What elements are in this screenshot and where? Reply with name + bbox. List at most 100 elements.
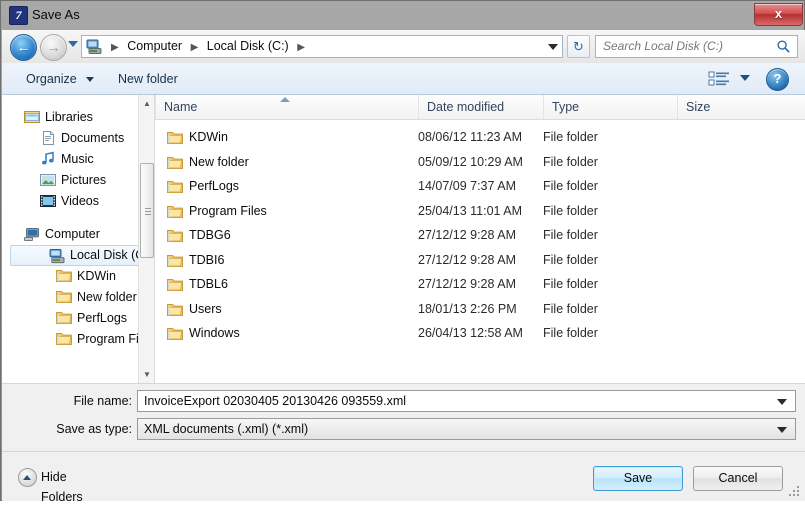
help-button[interactable]: ?: [766, 68, 789, 91]
table-row[interactable]: PerfLogs 14/07/09 7:37 AM File folder: [155, 176, 805, 197]
search-icon: [777, 40, 790, 53]
picture-icon: [40, 172, 56, 188]
scroll-down-icon[interactable]: ▼: [139, 366, 154, 383]
column-header-label: Type: [552, 100, 580, 114]
sidebar-item-label: Music: [61, 152, 94, 166]
harddisk-icon: [49, 248, 65, 264]
sidebar-item-perflogs[interactable]: PerfLogs: [2, 308, 138, 328]
date-modified-cell: 18/01/13 2:26 PM: [418, 301, 517, 316]
table-row[interactable]: Users 18/01/13 2:26 PM File folder: [155, 299, 805, 320]
save-as-type-combo[interactable]: XML documents (.xml) (*.xml): [137, 418, 796, 440]
date-modified-cell: 26/04/13 12:58 AM: [418, 326, 523, 340]
table-row[interactable]: TDBL6 27/12/12 9:28 AM File folder: [155, 274, 805, 295]
table-row[interactable]: Program Files 25/04/13 11:01 AM File folde…: [155, 201, 805, 222]
sidebar-item-computer[interactable]: Computer: [2, 224, 138, 244]
sidebar-item-label: Videos: [61, 194, 99, 208]
column-header-name[interactable]: Name: [155, 95, 418, 119]
sidebar-item-pictures[interactable]: Pictures: [2, 170, 138, 190]
computer-icon: [24, 226, 40, 242]
refresh-button[interactable]: ↻: [567, 35, 590, 58]
breadcrumb-separator-2: ▶: [297, 42, 305, 53]
help-icon: ?: [773, 71, 782, 86]
music-icon: [40, 151, 56, 167]
navigation-scrollbar[interactable]: ▲ ▼: [138, 95, 154, 383]
sidebar-item-label: New folder: [77, 290, 137, 304]
table-row[interactable]: TDBI6 27/12/12 9:28 AM File folder: [155, 250, 805, 271]
date-modified-cell: 08/06/12 11:23 AM: [418, 130, 523, 144]
column-header-label: Size: [686, 100, 711, 114]
file-name-chevron-down-icon[interactable]: [777, 399, 787, 405]
column-header-row: Name Date modified Type Size: [155, 95, 805, 120]
sidebar-item-new-folder[interactable]: New folder: [2, 287, 138, 307]
save-form: File name: InvoiceExport 02030405 201304…: [2, 383, 805, 451]
sidebar-item-libraries[interactable]: Libraries: [2, 107, 138, 127]
breadcrumb-item-0[interactable]: Computer: [127, 39, 182, 53]
column-header-type[interactable]: Type: [543, 95, 677, 119]
back-arrow-icon: ←: [16, 39, 31, 55]
type-cell: File folder: [543, 277, 598, 291]
table-row[interactable]: TDBG6 27/12/12 9:28 AM File folder: [155, 225, 805, 246]
chevron-down-icon: [86, 77, 95, 83]
document-icon: [40, 130, 56, 146]
breadcrumb-item-1[interactable]: Local Disk (C:): [207, 39, 289, 53]
chevron-up-circle-icon: [18, 468, 37, 487]
file-name-cell: Users: [189, 301, 222, 316]
file-list-pane: Name Date modified Type Size KDWin 08/06/12 …: [155, 95, 805, 383]
view-options-chevron-down-icon[interactable]: [740, 75, 750, 81]
folder-icon: [167, 155, 183, 170]
breadcrumb-chevron-down-icon[interactable]: [548, 44, 558, 50]
close-button[interactable]: x: [754, 3, 803, 26]
forward-button[interactable]: →: [40, 34, 67, 61]
list-view-icon[interactable]: [708, 70, 730, 88]
sidebar-item-videos[interactable]: Videos: [2, 191, 138, 211]
close-icon: x: [774, 6, 783, 21]
date-modified-cell: 27/12/12 9:28 AM: [418, 228, 516, 242]
folder-icon: [167, 302, 183, 317]
table-row[interactable]: Windows 26/04/13 12:58 AM File folder: [155, 323, 805, 344]
column-header-label: Name: [164, 100, 198, 114]
file-name-input[interactable]: InvoiceExport 02030405 20130426 093559.x…: [144, 391, 406, 411]
new-folder-button[interactable]: New folder: [112, 70, 184, 89]
back-button[interactable]: ←: [10, 34, 37, 61]
sidebar-item-documents[interactable]: Documents: [2, 128, 138, 148]
column-header-size[interactable]: Size: [677, 95, 805, 119]
recent-locations-chevron-down-icon[interactable]: [68, 41, 78, 47]
sidebar-item-local-disk-c[interactable]: Local Disk (C:): [10, 245, 152, 266]
file-name-cell: TDBI6: [189, 252, 225, 267]
save-as-type-chevron-down-icon[interactable]: [777, 427, 787, 433]
table-row[interactable]: KDWin 08/06/12 11:23 AM File folder: [155, 127, 805, 148]
save-label: Save: [623, 471, 653, 485]
sidebar-item-music[interactable]: Music: [2, 149, 138, 169]
save-as-type-value: XML documents (.xml) (*.xml): [144, 422, 309, 436]
save-button[interactable]: Save: [593, 466, 683, 491]
table-row[interactable]: New folder 05/09/12 10:29 AM File folder: [155, 152, 805, 173]
organize-button[interactable]: Organize: [20, 70, 100, 89]
folder-icon: [167, 130, 183, 145]
search-box[interactable]: Search Local Disk (C:): [595, 35, 798, 58]
sidebar-item-program-files[interactable]: Program Files: [2, 329, 154, 349]
breadcrumb-separator-0: ▶: [111, 42, 119, 53]
scroll-up-icon[interactable]: ▲: [139, 95, 154, 112]
sidebar-item-label: KDWin: [77, 269, 116, 283]
scrollbar-thumb[interactable]: [140, 163, 154, 258]
file-name-cell: TDBG6: [189, 228, 231, 242]
hide-folders-label: Hide Folders: [41, 470, 83, 504]
search-input[interactable]: Search Local Disk (C:): [603, 36, 723, 57]
date-modified-cell: 14/07/09 7:37 AM: [418, 179, 516, 193]
folder-icon: [167, 277, 183, 292]
folder-icon: [167, 326, 183, 341]
cancel-label: Cancel: [718, 471, 758, 485]
date-modified-cell: 27/12/12 9:28 AM: [418, 252, 516, 267]
type-cell: File folder: [543, 154, 598, 169]
resize-grip[interactable]: [789, 486, 801, 498]
cancel-button[interactable]: Cancel: [693, 466, 783, 491]
date-modified-cell: 05/09/12 10:29 AM: [418, 154, 523, 169]
column-header-date-modified[interactable]: Date modified: [418, 95, 543, 119]
file-name-combo[interactable]: InvoiceExport 02030405 20130426 093559.x…: [137, 390, 796, 412]
breadcrumb-bar[interactable]: ▶ Computer ▶ Local Disk (C:) ▶: [81, 35, 563, 58]
type-cell: File folder: [543, 228, 598, 242]
folder-icon: [56, 268, 72, 284]
breadcrumb: ▶ Computer ▶ Local Disk (C:) ▶: [106, 36, 310, 57]
sidebar-item-label: Computer: [45, 227, 100, 241]
sidebar-item-kdwin[interactable]: KDWin: [2, 266, 138, 286]
